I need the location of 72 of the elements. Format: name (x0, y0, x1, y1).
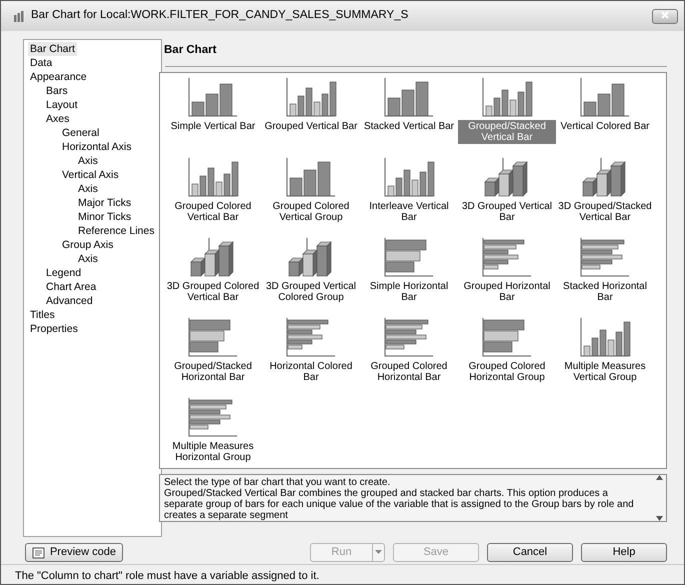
bar-chart-type-icon (383, 316, 435, 358)
chart-type-option[interactable]: Grouped Colored Vertical Bar (164, 200, 262, 224)
chart-type-option[interactable]: 3D Grouped Vertical Colored Group (262, 280, 360, 304)
chart-type-option[interactable]: Horizontal Colored Bar (262, 360, 360, 384)
bar-chart-type-icon (187, 76, 239, 118)
tree-item[interactable]: Major Ticks (76, 196, 134, 210)
bar-chart-type-icon (481, 76, 533, 118)
bar-chart-type-icon (187, 316, 239, 358)
bar-chart-type-icon (285, 76, 337, 118)
chart-type-option[interactable]: Interleave Vertical Bar (360, 200, 458, 224)
tree-item[interactable]: Legend (44, 266, 84, 280)
scroll-down-icon[interactable] (656, 516, 662, 521)
bar-chart-type-icon (383, 76, 435, 118)
chart-type-option[interactable]: Multiple Measures Horizontal Group (164, 440, 262, 464)
tree-item[interactable]: Horizontal Axis (60, 140, 134, 154)
tree-item[interactable]: Minor Ticks (76, 210, 134, 224)
chart-type-option[interactable]: Stacked Horizontal Bar (556, 280, 654, 304)
chart-type-option[interactable]: Grouped Colored Vertical Group (262, 200, 360, 224)
status-message: The "Column to chart" role must have a variable assigned to it. (1, 564, 684, 584)
bar-chart-type-icon (579, 76, 631, 118)
tree-item[interactable]: Layout (44, 98, 80, 112)
tree-item[interactable]: Axes (44, 112, 72, 126)
bar-chart-type-icon (579, 236, 631, 278)
bar-chart-type-icon (187, 396, 239, 438)
tree-item[interactable]: Reference Lines (76, 224, 156, 238)
chart-type-option[interactable]: Vertical Colored Bar (558, 120, 652, 133)
tree-item[interactable]: Chart Area (44, 280, 98, 294)
chart-type-option[interactable]: 3D Grouped Vertical Bar (458, 200, 556, 224)
bar-chart-type-icon (285, 316, 337, 358)
description-text: Grouped/Stacked Vertical Bar combines the grouped and stacked bar charts. This option produces a separate group of bars for each unique value of the variable that is assigned to the Group bars by role and creates a separate segment (164, 488, 635, 521)
chart-type-option[interactable]: Simple Vertical Bar (168, 120, 258, 133)
chart-type-option[interactable]: Grouped Colored Horizontal Group (458, 360, 556, 384)
chart-type-option[interactable]: Multiple Measures Vertical Group (556, 360, 654, 384)
chart-type-option[interactable]: Simple Horizontal Bar (360, 280, 458, 304)
dialog-button[interactable]: Help (581, 543, 667, 562)
dialog-button[interactable]: Cancel (487, 543, 573, 562)
bar-chart-icon (13, 10, 25, 22)
tree-item[interactable]: Group Axis (60, 238, 116, 252)
close-button[interactable] (652, 8, 678, 24)
chart-type-option[interactable]: Grouped Colored Horizontal Bar (360, 360, 458, 384)
preview-code-button[interactable]: Preview code (25, 543, 123, 562)
tree-item[interactable]: Bar Chart (28, 42, 77, 56)
chart-type-option[interactable]: 3D Grouped Colored Vertical Bar (164, 280, 262, 304)
chart-type-option[interactable]: Grouped/Stacked Vertical Bar (458, 120, 556, 144)
tree-item[interactable]: Axis (76, 154, 100, 168)
description-text: Select the type of bar chart that you want to create. (164, 477, 392, 488)
tree-item[interactable]: Bars (44, 84, 70, 98)
tree-item[interactable]: Advanced (44, 294, 95, 308)
bar-chart-type-icon (481, 316, 533, 358)
panel-heading: Bar Chart (163, 43, 218, 58)
tree-item[interactable]: General (60, 126, 102, 140)
bar-chart-type-icon (579, 316, 631, 358)
chart-type-option[interactable]: Grouped Horizontal Bar (458, 280, 556, 304)
bar-chart-type-icon (187, 156, 239, 198)
chart-type-option[interactable]: Grouped/Stacked Horizontal Bar (164, 360, 262, 384)
bar-chart-type-icon (481, 236, 533, 278)
tree-item[interactable]: Properties (28, 322, 80, 336)
bar-chart-type-icon (285, 156, 337, 198)
document-icon (32, 546, 46, 558)
tree-item[interactable]: Data (28, 56, 54, 70)
chart-type-option[interactable]: Stacked Vertical Bar (362, 120, 456, 133)
chart-type-option[interactable]: 3D Grouped/Stacked Vertical Bar (556, 200, 654, 224)
scroll-up-icon[interactable] (656, 475, 662, 480)
bar-chart-type-icon (383, 236, 435, 278)
window-title: Bar Chart for Local:WORK.FILTER_FOR_CANDY_SALES_SUMMARY_S (31, 8, 408, 24)
tree-item[interactable]: Appearance (28, 70, 89, 84)
tree-item[interactable]: Axis (76, 182, 100, 196)
bar-chart-type-icon (383, 156, 435, 198)
tree-item[interactable]: Titles (28, 308, 57, 322)
tree-item[interactable]: Axis (76, 252, 100, 266)
tree-item[interactable]: Vertical Axis (60, 168, 121, 182)
chart-type-option[interactable]: Grouped Vertical Bar (262, 120, 360, 133)
